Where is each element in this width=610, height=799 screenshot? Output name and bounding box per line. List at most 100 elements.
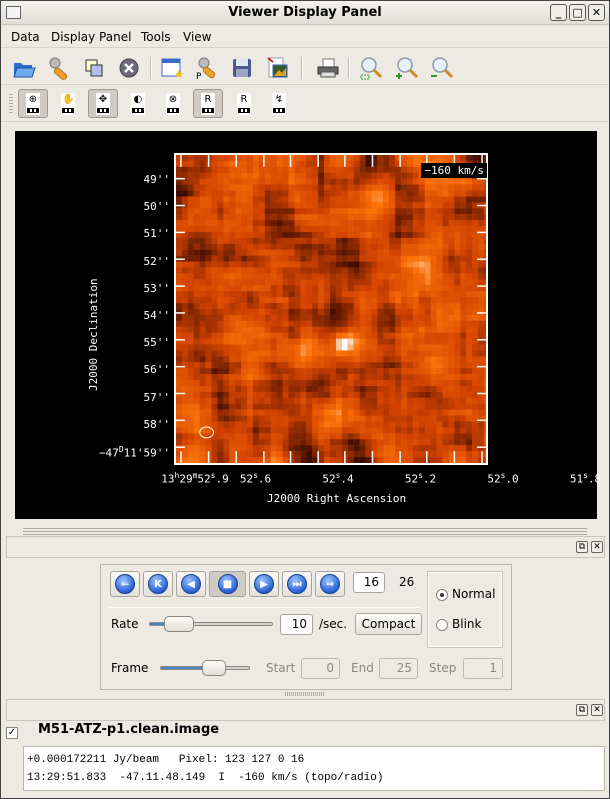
frame-slider-thumb[interactable] <box>201 660 226 676</box>
image-pixel <box>448 356 455 363</box>
image-pixel <box>395 368 402 375</box>
image-pixel <box>330 184 336 191</box>
rewind-button[interactable]: K <box>143 571 173 597</box>
undock-button[interactable]: ⧉ <box>576 541 588 553</box>
stop-button[interactable]: ■ <box>209 571 246 597</box>
image-pixel <box>330 226 336 232</box>
image-pixel <box>407 391 413 398</box>
image-pixel <box>377 255 384 262</box>
step-input[interactable]: 1 <box>463 658 503 679</box>
image-pixel <box>312 374 319 381</box>
zoom-out-button[interactable] <box>428 55 454 81</box>
image-pixel <box>466 190 473 197</box>
image-pixel <box>264 166 271 173</box>
image-pixel <box>478 344 485 351</box>
compact-button[interactable]: Compact <box>355 613 422 635</box>
image-pixel <box>436 356 443 363</box>
crosshair-tool-button[interactable]: ⊗ <box>158 89 188 118</box>
image-pixel <box>472 214 479 221</box>
display-canvas[interactable]: −160 km/s 49'' 50'' 51'' 52'' 53'' 54'' 55'' 56… <box>15 131 601 519</box>
normal-radio[interactable] <box>436 589 448 601</box>
frame-number-input[interactable]: 16 <box>353 572 385 593</box>
print-button[interactable] <box>315 55 341 81</box>
menu-view[interactable]: View <box>183 30 211 44</box>
image-pixel <box>282 320 289 327</box>
polygon-region-tool-button[interactable]: R <box>229 89 259 118</box>
open-data-button[interactable] <box>11 55 37 81</box>
image-pixel <box>412 320 419 327</box>
rate-slider[interactable] <box>149 616 273 632</box>
image-pixel <box>466 178 473 185</box>
new-panel-copy-button[interactable] <box>81 55 107 81</box>
image-pixel <box>341 332 348 339</box>
image-pixel <box>324 155 331 161</box>
maximize-button[interactable]: □ <box>569 4 586 21</box>
image-pixel <box>187 249 194 256</box>
play-forward-button[interactable]: ▶ <box>249 571 279 597</box>
zoom-fit-button[interactable] <box>358 55 384 81</box>
pan-tool-button[interactable]: ✋ <box>53 89 83 118</box>
channel-tool-button[interactable]: ✥ <box>88 89 118 118</box>
image-pixel <box>294 155 301 161</box>
splitter-handle[interactable] <box>285 692 325 696</box>
rate-input[interactable]: 10 <box>280 614 313 635</box>
image-pixel <box>276 273 283 280</box>
image-pixel <box>187 391 194 398</box>
end-input[interactable]: 25 <box>379 658 418 679</box>
image-pixel <box>294 457 301 463</box>
to-start-button[interactable]: ⇐ <box>110 571 140 597</box>
zoom-in-button[interactable] <box>393 55 419 81</box>
minimize-button[interactable]: _ <box>550 4 567 21</box>
close-button[interactable]: ✕ <box>588 4 605 21</box>
image-pixel <box>430 380 437 386</box>
polyline-tool-button[interactable]: ↯ <box>264 89 294 118</box>
image-pixel <box>270 309 277 315</box>
to-end-button[interactable]: ⇒ <box>315 571 345 597</box>
rate-slider-thumb[interactable] <box>163 616 194 632</box>
save-button[interactable] <box>229 55 255 81</box>
image-pixel <box>401 196 408 203</box>
image-pixel <box>484 374 486 381</box>
menu-tools[interactable]: Tools <box>141 30 171 44</box>
image-pixel <box>395 291 402 298</box>
menu-data[interactable]: Data <box>11 30 40 44</box>
image-pixel <box>270 155 277 161</box>
frame-slider[interactable] <box>160 660 250 676</box>
undock-button[interactable]: ⧉ <box>576 704 588 716</box>
play-backward-button[interactable]: ◀ <box>176 571 206 597</box>
blink-radio[interactable] <box>436 619 448 631</box>
start-input[interactable]: 0 <box>301 658 340 679</box>
export-button[interactable] <box>264 55 290 81</box>
image-pixel <box>454 279 461 286</box>
image-pixel <box>241 303 248 309</box>
zoom-out-icon <box>431 57 453 79</box>
image-pixel <box>407 190 413 197</box>
splitter-handle[interactable] <box>23 528 587 536</box>
menu-display-panel[interactable]: Display Panel <box>51 30 131 44</box>
rectangle-region-tool-button[interactable]: R <box>193 89 223 118</box>
toolbar-grip[interactable] <box>9 94 13 114</box>
image-pixel <box>359 184 366 191</box>
close-data-button[interactable] <box>116 55 142 81</box>
tracking-checkbox[interactable]: ✓ <box>6 727 18 739</box>
adjust-data-button[interactable] <box>47 55 73 81</box>
image-plot[interactable] <box>174 153 488 465</box>
image-pixel <box>448 445 455 452</box>
image-pixel <box>472 457 479 463</box>
image-pixel <box>335 368 342 375</box>
colormap-tool-button[interactable]: ◐ <box>123 89 153 118</box>
panel-options-button[interactable]: P <box>194 55 220 81</box>
dock-close-button[interactable]: ✕ <box>591 541 603 553</box>
image-pixel <box>407 338 413 345</box>
normal-label[interactable]: Normal <box>452 587 495 601</box>
dock-close-button[interactable]: ✕ <box>591 704 603 716</box>
image-pixel <box>407 261 413 268</box>
image-pixel <box>217 409 224 416</box>
zoom-tool-button[interactable]: ⊕ <box>18 89 48 118</box>
image-pixel <box>412 232 419 238</box>
image-pixel <box>418 457 425 463</box>
step-end-button[interactable]: ⏭ <box>282 571 312 597</box>
image-pixel <box>241 314 248 321</box>
new-panel-button[interactable] <box>159 55 185 81</box>
blink-label[interactable]: Blink <box>452 617 481 631</box>
